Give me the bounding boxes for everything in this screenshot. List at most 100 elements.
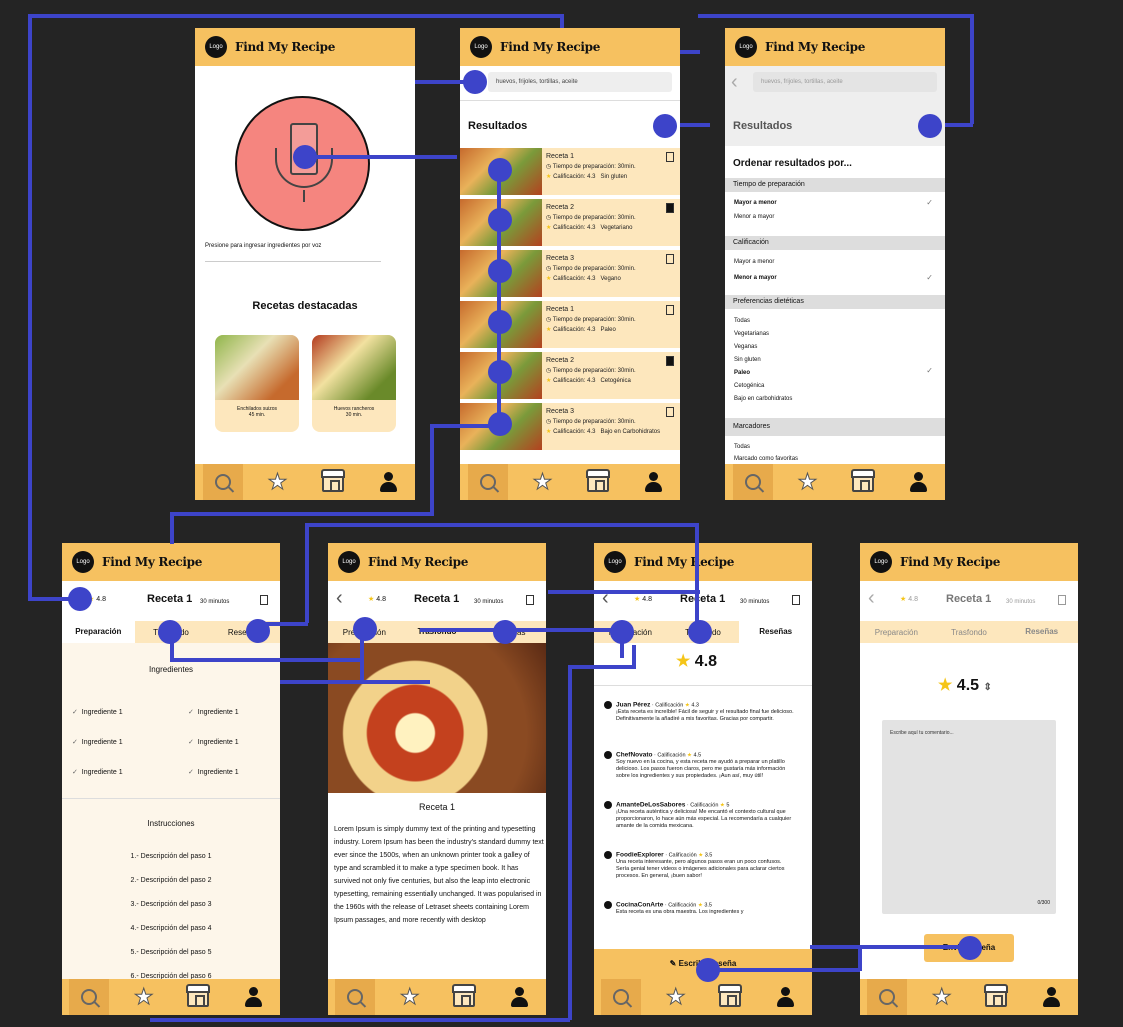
- rating-stepper[interactable]: ★ 4.5 ⇕: [938, 675, 992, 695]
- flow-dot: [353, 617, 377, 641]
- nav-profile[interactable]: [898, 464, 938, 500]
- nav-favorites[interactable]: ★: [788, 464, 828, 500]
- recipe-title: Receta 1: [680, 593, 726, 605]
- nav-store[interactable]: [976, 979, 1016, 1015]
- bookmark-icon[interactable]: [1058, 595, 1066, 605]
- nav-profile[interactable]: [368, 464, 408, 500]
- user-avatar: [604, 701, 612, 709]
- flow-line: [705, 968, 860, 972]
- background-text: Lorem Ipsum is simply dummy text of the …: [334, 826, 544, 924]
- review-item: ChefNovato · Calificación ★ 4.5 Soy nuevo…: [604, 751, 794, 780]
- nav-profile[interactable]: [765, 979, 805, 1015]
- nav-profile[interactable]: [1031, 979, 1071, 1015]
- user-icon: [378, 472, 398, 492]
- bottom-nav: ★: [62, 979, 280, 1015]
- nav-profile[interactable]: [633, 464, 673, 500]
- featured-card[interactable]: Enchilados suizos 45 min.: [215, 335, 299, 432]
- recipe-image: [215, 335, 299, 400]
- flow-dot: [68, 587, 92, 611]
- nav-search[interactable]: [69, 979, 110, 1015]
- bookmark-icon[interactable]: [666, 407, 674, 417]
- bookmark-icon[interactable]: [666, 152, 674, 162]
- nav-search[interactable]: [732, 464, 773, 500]
- tab-trasfondo[interactable]: Trasfondo: [933, 628, 1006, 637]
- sort-option[interactable]: Mayor a menor: [734, 200, 777, 206]
- tab-preparacion[interactable]: Preparación: [62, 621, 135, 643]
- store-icon: [186, 984, 211, 1007]
- nav-search[interactable]: [467, 464, 508, 500]
- bottom-nav: ★: [460, 464, 680, 500]
- search-input[interactable]: huevos, frijoles, tortillas, aceite: [488, 72, 672, 92]
- sort-option[interactable]: Todas: [734, 318, 750, 324]
- search-input[interactable]: huevos, frijoles, tortillas, aceite: [753, 72, 937, 92]
- sort-option[interactable]: Bajo en carbohidratos: [734, 396, 792, 402]
- nav-store[interactable]: [710, 979, 750, 1015]
- flow-dot: [463, 70, 487, 94]
- nav-store[interactable]: [178, 979, 218, 1015]
- tab-trasfondo[interactable]: Trasfondo: [400, 621, 474, 643]
- sort-option[interactable]: Veganas: [734, 344, 757, 350]
- sort-option[interactable]: Marcado como favoritas: [734, 456, 798, 462]
- nav-store[interactable]: [444, 979, 484, 1015]
- nav-store[interactable]: [843, 464, 883, 500]
- check-icon: ✓: [926, 366, 933, 375]
- flow-line: [170, 512, 174, 544]
- back-icon[interactable]: ‹: [731, 72, 738, 92]
- screen-home: Logo Find My Recipe Presione para ingresa…: [195, 28, 415, 500]
- app-header: Logo Find My Recipe: [460, 28, 680, 66]
- nav-favorites[interactable]: ★: [258, 464, 298, 500]
- tab-preparacion[interactable]: Preparación: [860, 628, 933, 637]
- nav-favorites[interactable]: ★: [656, 979, 696, 1015]
- bookmark-icon[interactable]: [526, 595, 534, 605]
- nav-search[interactable]: [335, 979, 376, 1015]
- rating: ★ 4.8: [634, 596, 652, 603]
- nav-search[interactable]: [202, 464, 243, 500]
- sort-option[interactable]: Paleo: [734, 370, 750, 376]
- bookmark-icon[interactable]: [666, 203, 674, 213]
- nav-store[interactable]: [313, 464, 353, 500]
- sort-option[interactable]: Cetogénica: [734, 383, 764, 389]
- app-header: Logo Find My Recipe: [725, 28, 945, 66]
- star-icon: ★: [797, 469, 818, 494]
- user-icon: [1041, 987, 1061, 1007]
- nav-search[interactable]: [867, 979, 908, 1015]
- tab-resenas[interactable]: Reseñas: [739, 621, 812, 643]
- bookmark-icon[interactable]: [260, 595, 268, 605]
- check-icon: ✓: [926, 273, 933, 282]
- nav-favorites[interactable]: ★: [922, 979, 962, 1015]
- check-icon: ✓: [72, 769, 78, 776]
- sort-option[interactable]: Menor a mayor: [734, 214, 774, 220]
- flow-dot: [488, 158, 512, 182]
- nav-profile[interactable]: [233, 979, 273, 1015]
- user-icon: [509, 987, 529, 1007]
- flow-line: [560, 14, 564, 28]
- nav-favorites[interactable]: ★: [523, 464, 563, 500]
- ingredient-item: ✓ Ingrediente 1: [72, 739, 123, 746]
- user-icon: [908, 472, 928, 492]
- check-icon: ✓: [72, 709, 78, 716]
- nav-favorites[interactable]: ★: [390, 979, 430, 1015]
- sort-option[interactable]: Mayor a menor: [734, 259, 774, 265]
- back-icon[interactable]: ‹: [868, 588, 875, 608]
- sort-option[interactable]: Menor a mayor: [734, 275, 777, 281]
- instruction-step: 2.- Descripción del paso 2: [130, 877, 212, 884]
- background-title: Receta 1: [418, 802, 456, 812]
- store-icon: [320, 469, 345, 492]
- sort-section-diet: Preferencias dietéticas: [725, 295, 945, 309]
- sort-option[interactable]: Vegetarianas: [734, 331, 769, 337]
- bookmark-icon[interactable]: [666, 356, 674, 366]
- tab-resenas[interactable]: Reseñas: [1005, 621, 1078, 643]
- nav-store[interactable]: [578, 464, 618, 500]
- back-icon[interactable]: ‹: [336, 588, 343, 608]
- bookmark-icon[interactable]: [792, 595, 800, 605]
- bookmark-icon[interactable]: [666, 254, 674, 264]
- sort-option[interactable]: Todas: [734, 444, 750, 450]
- nav-search[interactable]: [601, 979, 642, 1015]
- featured-card[interactable]: Huevos rancheros 30 min.: [312, 335, 396, 432]
- nav-profile[interactable]: [499, 979, 539, 1015]
- comment-textarea[interactable]: Escribe aquí tu comentario... 0/300: [882, 720, 1056, 914]
- star-icon: ★: [900, 596, 907, 603]
- nav-favorites[interactable]: ★: [124, 979, 164, 1015]
- bookmark-icon[interactable]: [666, 305, 674, 315]
- sort-option[interactable]: Sin gluten: [734, 357, 761, 363]
